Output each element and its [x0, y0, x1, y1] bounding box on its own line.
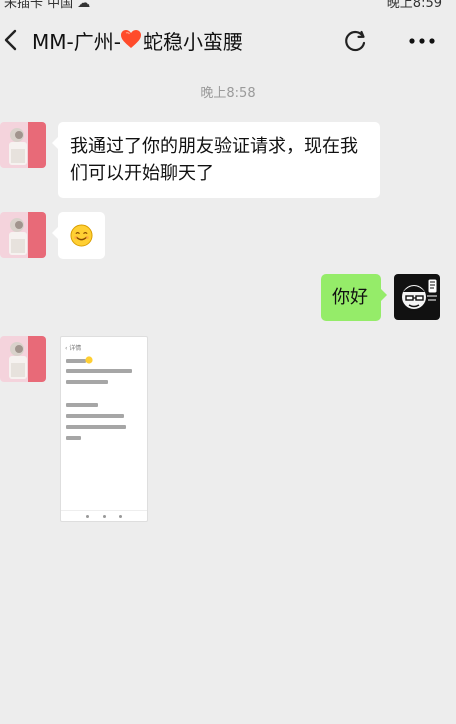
refresh-icon[interactable] — [343, 28, 369, 54]
thumbnail-toolbar-dot — [86, 515, 89, 518]
thumbnail-header: ‹ 详情 — [65, 345, 82, 352]
message-text: 你好 — [332, 287, 368, 308]
more-options-icon[interactable] — [408, 28, 436, 54]
contact-avatar[interactable] — [0, 336, 46, 382]
thumbnail-text-line — [66, 436, 81, 440]
incoming-message-bubble[interactable]: 我通过了你的朋友验证请求，现在我们可以开始聊天了 — [52, 122, 380, 198]
thumbnail-text-line — [66, 414, 124, 418]
thumbnail-text-line — [66, 359, 86, 363]
heart-icon — [121, 30, 141, 48]
user-avatar[interactable] — [394, 274, 440, 320]
thumbnail-toolbar-dot — [119, 515, 122, 518]
image-message-thumbnail[interactable]: ‹ 详情 — [60, 336, 148, 522]
chat-title-suffix: 蛇稳小蛮腰 — [143, 30, 243, 54]
emoji-message-bubble[interactable] — [52, 212, 105, 259]
chat-title-prefix: MM-广州- — [32, 30, 121, 54]
smiling-emoji-icon — [70, 224, 93, 247]
status-bar: 未插卡 中国 ☁ 晚上8:59 — [0, 0, 456, 10]
back-icon[interactable] — [0, 24, 22, 56]
thumbnail-text-line — [66, 369, 132, 373]
contact-avatar[interactable] — [0, 122, 46, 168]
thumbnail-text-line — [66, 380, 108, 384]
message-time: 晚上8:58 — [200, 86, 256, 101]
outgoing-message-bubble[interactable]: 你好 — [321, 274, 387, 321]
tiny-emoji-icon — [85, 356, 93, 364]
thumbnail-toolbar — [61, 510, 147, 521]
time-status: 晚上8:59 — [386, 0, 442, 10]
chat-navigation-bar: MM-广州- 蛇稳小蛮腰 — [0, 12, 456, 68]
carrier-status: 未插卡 中国 ☁ — [4, 0, 91, 10]
thumbnail-text-line — [66, 403, 98, 407]
message-text: 我通过了你的朋友验证请求，现在我们可以开始聊天了 — [70, 136, 358, 184]
thumbnail-toolbar-dot — [103, 515, 106, 518]
thumbnail-text-line — [66, 425, 126, 429]
contact-avatar[interactable] — [0, 212, 46, 258]
